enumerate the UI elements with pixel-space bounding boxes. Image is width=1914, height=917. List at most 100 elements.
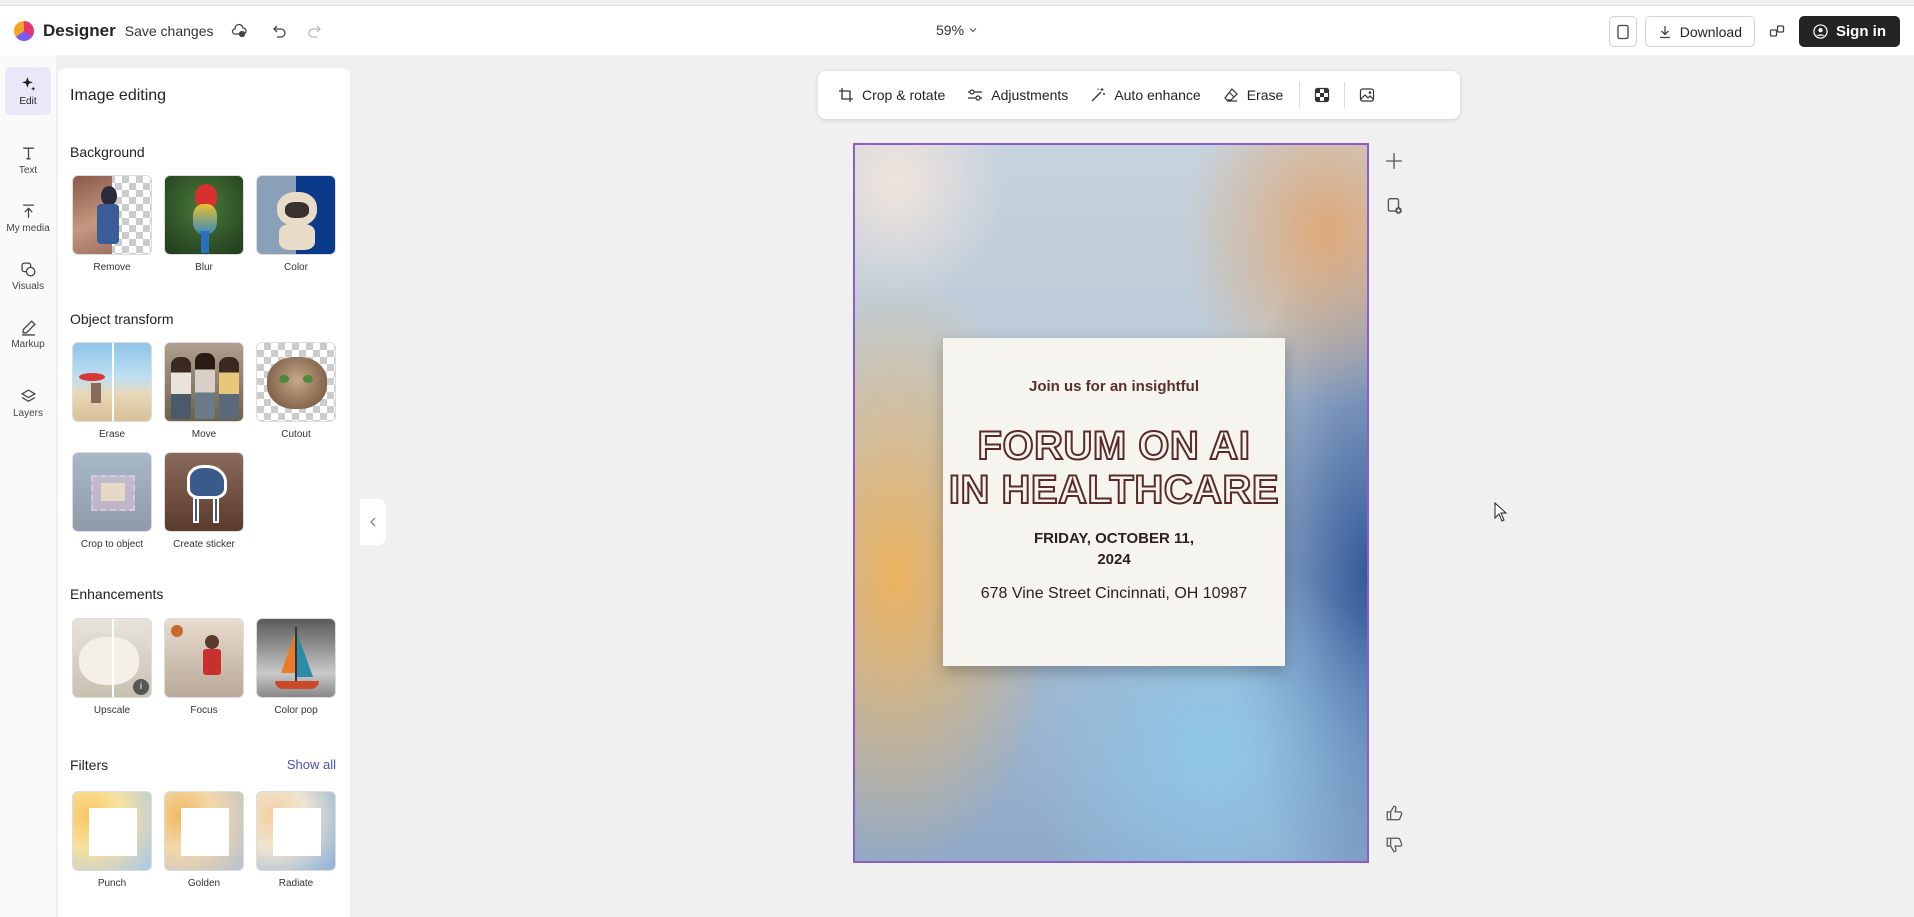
toolbar-divider [1299, 82, 1301, 108]
event-title-line-1: FORUM ON AI [977, 423, 1251, 469]
auto-enhance-button[interactable]: Auto enhance [1080, 78, 1210, 112]
tile-filter-punch[interactable] [72, 791, 152, 871]
sign-in-label: Sign in [1836, 23, 1886, 40]
tile-move-object[interactable] [164, 342, 244, 422]
image-edit-icon [1360, 88, 1375, 102]
redo-icon[interactable] [301, 17, 329, 45]
tile-label: Color pop [274, 705, 318, 716]
event-date[interactable]: FRIDAY, OCTOBER 11, 2024 [943, 528, 1285, 570]
thumbs-down-icon[interactable] [1383, 834, 1405, 856]
tile-label: Remove [93, 262, 131, 273]
share-icon[interactable] [1763, 18, 1791, 46]
tile-filter-golden[interactable] [164, 791, 244, 871]
app-name[interactable]: Designer [43, 21, 116, 41]
magic-wand-icon [1091, 88, 1106, 102]
image-tools-button[interactable] [1351, 78, 1383, 112]
save-status[interactable]: Save changes [125, 23, 214, 39]
event-intro-text[interactable]: Join us for an insightful [943, 378, 1285, 395]
toolbar-divider [1344, 82, 1346, 108]
text-icon [22, 147, 34, 159]
sliders-icon [968, 89, 983, 101]
rail-item-layers[interactable]: Layers [5, 379, 51, 427]
chevron-left-icon [370, 517, 376, 527]
rail-label: Edit [19, 95, 37, 107]
tile-blur-background[interactable] [164, 175, 244, 255]
tile-create-sticker[interactable] [164, 452, 244, 532]
event-address[interactable]: 678 Vine Street Cincinnati, OH 10987 [943, 585, 1285, 603]
page-size-button[interactable] [1608, 16, 1637, 47]
chevron-down-icon [969, 28, 977, 33]
tile-cutout[interactable] [256, 342, 336, 422]
rail-label: Text [18, 164, 38, 176]
panel-title: Image editing [70, 87, 167, 104]
event-card[interactable]: Join us for an insightful FORUM ON AI IN… [943, 338, 1285, 666]
pen-icon [21, 319, 36, 336]
zoom-dropdown[interactable]: 59% [936, 22, 978, 38]
rail-item-visuals[interactable]: Visuals [5, 252, 51, 300]
tile-remove-background[interactable] [72, 175, 152, 255]
adjustments-button[interactable]: Adjustments [957, 78, 1078, 112]
thumbs-up-icon[interactable] [1383, 802, 1405, 824]
erase-button[interactable]: Erase [1213, 78, 1294, 112]
download-icon [1659, 25, 1670, 38]
tile-color-background[interactable] [256, 175, 336, 255]
rail-label: Markup [11, 338, 45, 350]
tile-upscale[interactable]: i [72, 618, 152, 698]
tile-label: Blur [195, 262, 213, 273]
duplicate-page-icon[interactable] [1383, 195, 1405, 217]
undo-icon[interactable] [265, 17, 293, 45]
mouse-cursor-icon [1494, 502, 1508, 522]
cloud-sync-icon[interactable] [225, 17, 253, 45]
remove-background-button[interactable] [1306, 78, 1338, 112]
tile-erase-object[interactable] [72, 342, 152, 422]
event-title-line-2: IN HEALTHCARE [948, 467, 1280, 513]
user-avatar-icon [1813, 24, 1828, 39]
erase-label: Erase [1246, 87, 1284, 103]
design-canvas[interactable]: Join us for an insightful FORUM ON AI IN… [853, 143, 1369, 863]
tile-label: Focus [190, 705, 218, 716]
rail-label: Visuals [11, 280, 45, 292]
add-page-icon[interactable] [1383, 150, 1405, 172]
tile-label: Erase [98, 429, 126, 440]
designer-logo-icon[interactable] [14, 20, 34, 41]
sparkle-icon [21, 76, 35, 91]
tile-label: Move [191, 429, 217, 440]
rail-label: Layers [12, 407, 43, 419]
layers-icon [20, 388, 36, 402]
crop-rotate-button[interactable]: Crop & rotate [828, 78, 955, 112]
download-button[interactable]: Download [1644, 16, 1755, 47]
tile-crop-to-object[interactable] [72, 452, 152, 532]
tile-label: Create sticker [173, 539, 235, 550]
rail-item-text[interactable]: Text [5, 136, 51, 184]
tile-label: Cutout [281, 429, 311, 440]
tile-focus[interactable] [164, 618, 244, 698]
shapes-icon [20, 261, 36, 277]
section-object-transform: Object transform [70, 311, 174, 327]
tile-label: Upscale [93, 705, 131, 716]
auto-enhance-label: Auto enhance [1114, 87, 1201, 103]
page-icon [1617, 24, 1629, 39]
eraser-icon [1223, 88, 1238, 102]
sign-in-button[interactable]: Sign in [1799, 16, 1900, 47]
info-icon[interactable]: i [133, 679, 149, 695]
adjustments-label: Adjustments [991, 87, 1069, 103]
section-background: Background [70, 144, 145, 160]
section-enhancements: Enhancements [70, 586, 164, 602]
rail-item-edit[interactable]: Edit [5, 67, 51, 115]
collapse-panel-button[interactable] [360, 499, 386, 545]
rail-label: My media [6, 222, 50, 234]
tile-label: Punch [97, 878, 127, 889]
tile-filter-radiate[interactable] [256, 791, 336, 871]
rail-item-markup[interactable]: Markup [5, 310, 51, 358]
tile-color-pop[interactable] [256, 618, 336, 698]
rail-item-my-media[interactable]: My media [5, 194, 51, 242]
event-date-line-1: FRIDAY, OCTOBER 11, [1033, 530, 1195, 547]
event-date-line-2: 2024 [1097, 551, 1131, 568]
image-edit-toolbar: Crop & rotate Adjustments Auto enhance E… [818, 71, 1460, 119]
tile-label: Color [284, 262, 308, 273]
crop-icon [839, 88, 853, 102]
event-title[interactable]: FORUM ON AI IN HEALTHCARE [943, 423, 1285, 513]
tile-label: Radiate [278, 878, 314, 889]
show-all-filters-link[interactable]: Show all [287, 757, 336, 772]
section-filters: Filters [70, 757, 109, 773]
